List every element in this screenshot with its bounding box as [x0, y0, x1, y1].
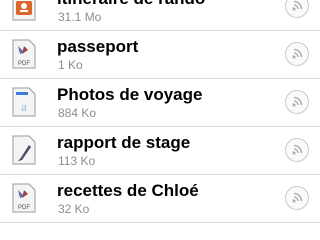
pen-document-icon — [12, 135, 36, 165]
wifi-share-icon[interactable] — [285, 90, 309, 114]
list-item[interactable]: PDF passeport 1 Ko — [0, 31, 320, 79]
wifi-share-icon[interactable] — [285, 42, 309, 66]
file-size: 1 Ko — [58, 58, 83, 72]
file-size: 32 Ko — [58, 202, 90, 216]
pdf-file-icon: PDF — [12, 39, 36, 69]
list-item[interactable]: itinéraire de rando 31.1 Mo — [0, 0, 320, 31]
wifi-share-icon[interactable] — [285, 186, 309, 210]
svg-text:PDF: PDF — [18, 61, 30, 67]
file-list: itinéraire de rando 31.1 Mo PDF passepor… — [0, 0, 320, 223]
list-item[interactable]: rapport de stage 113 Ko — [0, 127, 320, 175]
file-name: itinéraire de rando — [57, 0, 205, 9]
file-name: recettes de Chloé — [57, 181, 199, 200]
wifi-share-icon[interactable] — [285, 138, 309, 162]
file-size: 884 Ko — [58, 106, 97, 120]
map-file-icon — [12, 0, 36, 21]
svg-text:PDF: PDF — [18, 205, 30, 211]
file-size: 113 Ko — [58, 154, 96, 168]
document-file-icon: a — [12, 87, 36, 117]
svg-text:a: a — [21, 99, 27, 114]
list-item[interactable]: a Photos de voyage 884 Ko — [0, 79, 320, 127]
wifi-share-icon[interactable] — [285, 0, 309, 18]
file-name: passeport — [57, 37, 139, 56]
file-name: rapport de stage — [57, 133, 191, 152]
file-name: Photos de voyage — [57, 85, 203, 104]
file-size: 31.1 Mo — [58, 10, 102, 24]
list-item[interactable]: PDF recettes de Chloé 32 Ko — [0, 175, 320, 223]
pdf-file-icon: PDF — [12, 183, 36, 213]
